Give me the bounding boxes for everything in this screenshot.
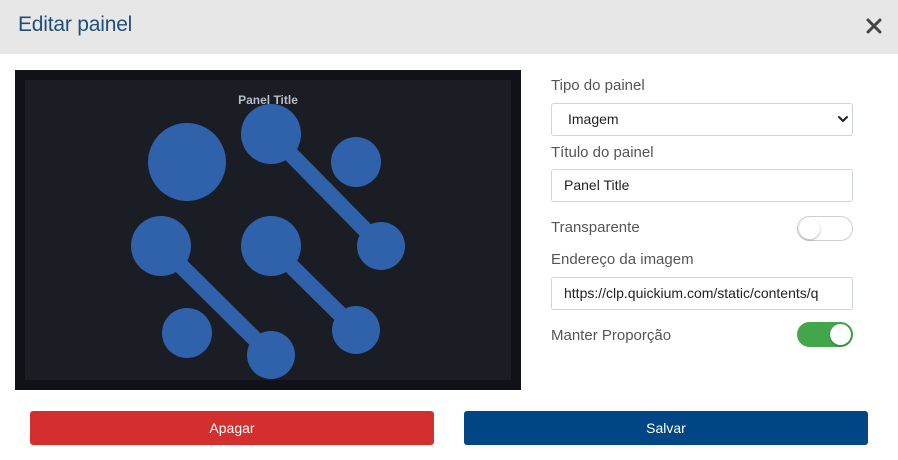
panel-type-select[interactable]: Imagem [551,103,853,136]
panel-type-label: Tipo do painel [551,77,645,94]
close-icon[interactable] [864,16,884,36]
chevron-down-icon [838,116,848,122]
dialog-header: Editar painel [0,0,898,54]
keep-ratio-label: Manter Proporção [551,327,672,344]
molecule-logo [131,104,405,379]
toggle-knob [830,324,851,345]
image-url-label: Endereço da imagem [551,251,694,268]
panel-type-value: Imagem [568,111,619,127]
panel-preview: Panel Title [15,70,521,390]
panel-title-input[interactable]: Panel Title [551,169,853,202]
transparent-toggle[interactable] [797,216,853,241]
keep-ratio-toggle[interactable] [797,322,853,347]
panel-title-label: Título do painel [551,144,654,161]
transparent-label: Transparente [551,219,640,236]
delete-button[interactable]: Apagar [30,411,434,445]
dialog-title: Editar painel [18,13,133,36]
save-button[interactable]: Salvar [464,411,868,445]
edit-panel-dialog: Editar painel Panel Title Tipo do painel… [0,0,898,460]
toggle-knob [799,218,820,239]
image-url-input[interactable]: https://clp.quickium.com/static/contents… [551,277,853,310]
preview-canvas: Panel Title [25,80,511,380]
